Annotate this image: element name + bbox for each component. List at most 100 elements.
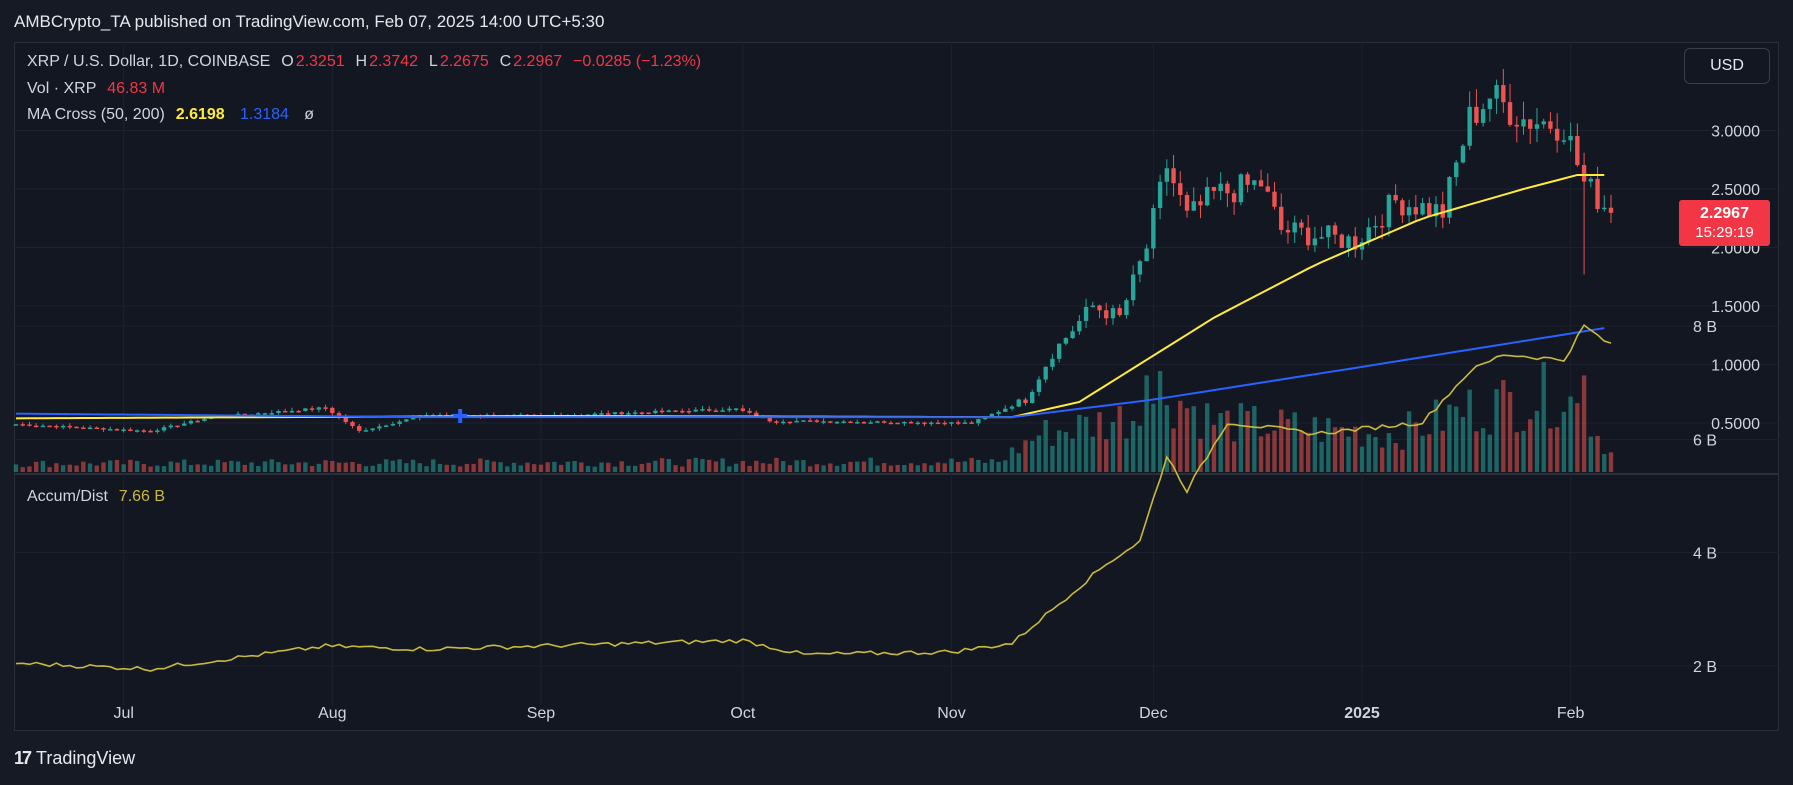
volume-bar xyxy=(1474,431,1479,472)
volume-bar xyxy=(1440,430,1445,472)
volume-bar xyxy=(1225,410,1230,472)
candle-body xyxy=(740,408,746,411)
volume-bar xyxy=(168,461,173,472)
candle-body xyxy=(686,410,692,413)
volume-bar xyxy=(330,460,335,472)
time-axis-tick: Dec xyxy=(1139,705,1167,722)
volume-bar xyxy=(606,462,611,472)
volume-bar xyxy=(336,462,342,472)
volume-bar xyxy=(841,464,846,472)
volume-bar xyxy=(895,465,900,472)
volume-bar xyxy=(626,465,631,472)
candle-body xyxy=(1030,391,1035,404)
candle-body xyxy=(34,425,39,428)
price-axis-tick: 2.5000 xyxy=(1711,182,1760,199)
volume-bar xyxy=(861,461,867,472)
volume-bar xyxy=(1144,375,1149,472)
candle-body xyxy=(60,425,66,428)
volume-bar xyxy=(1602,454,1607,472)
candle-body xyxy=(1602,207,1607,210)
candle-body xyxy=(1117,308,1122,316)
volume-bar xyxy=(834,465,840,472)
candle-body xyxy=(283,410,288,413)
candle-body xyxy=(309,408,315,410)
candle-body xyxy=(195,420,200,423)
candle-body xyxy=(592,413,597,416)
candle-body xyxy=(1608,207,1614,213)
volume-bar xyxy=(794,460,799,472)
low-label: L xyxy=(428,53,438,70)
ad-value: 7.66 B xyxy=(118,488,166,505)
volume-bar xyxy=(982,462,988,472)
ma200-value: 1.3184 xyxy=(240,106,289,123)
volume-bar xyxy=(269,459,274,472)
volume-bar xyxy=(222,462,227,472)
symbol-name[interactable]: XRP / U.S. Dollar, 1D, COINBASE xyxy=(27,53,270,70)
candle-body xyxy=(1379,225,1385,228)
candle-body xyxy=(902,421,907,424)
currency-button[interactable]: USD xyxy=(1684,48,1770,84)
candle-body xyxy=(1124,300,1129,316)
candle-body xyxy=(1063,338,1069,344)
volume-bar xyxy=(505,466,510,472)
volume-bar xyxy=(612,466,618,472)
candle-body xyxy=(1400,200,1405,216)
ma-label[interactable]: MA Cross (50, 200) xyxy=(27,106,165,123)
footer-brand[interactable]: 17 TradingView xyxy=(14,748,135,769)
volume-bar xyxy=(801,460,806,472)
volume-bar xyxy=(1420,435,1425,472)
volume-bar xyxy=(1534,410,1540,472)
volume-bar xyxy=(74,465,79,472)
volume-bar xyxy=(1366,434,1371,472)
volume-bar xyxy=(1083,416,1089,472)
volume-bar xyxy=(774,457,779,472)
volume-bar xyxy=(1050,445,1055,472)
candle-body xyxy=(94,427,99,430)
volume-bar xyxy=(94,465,99,472)
ad-label[interactable]: Accum/Dist xyxy=(27,488,108,505)
candle-body xyxy=(397,421,402,424)
volume-bar xyxy=(713,461,719,472)
candle-body xyxy=(1211,186,1217,191)
volume-bar xyxy=(1205,403,1210,472)
candle-body xyxy=(1050,358,1055,367)
candle-body xyxy=(1144,248,1149,262)
candle-body xyxy=(1548,121,1553,129)
candle-body xyxy=(875,421,880,423)
candle-body xyxy=(908,421,914,424)
candle-body xyxy=(1023,399,1028,404)
candle-body xyxy=(289,410,295,413)
volume-bar xyxy=(101,462,106,472)
candle-body xyxy=(693,409,698,412)
candle-body xyxy=(1319,237,1324,239)
volume-bar xyxy=(767,463,772,472)
candle-body xyxy=(269,413,274,415)
candle-body xyxy=(1104,310,1109,319)
candle-body xyxy=(1534,124,1540,129)
candle-body xyxy=(1373,225,1378,228)
volume-bar xyxy=(1581,375,1587,472)
volume-bar xyxy=(249,462,254,472)
candle-body xyxy=(303,408,308,412)
candle-body xyxy=(700,409,705,411)
volume-label[interactable]: Vol · XRP xyxy=(27,80,96,97)
volume-bar xyxy=(673,465,678,472)
candle-body xyxy=(626,413,631,415)
ad-axis-tick: 6 B xyxy=(1693,432,1717,449)
candle-body xyxy=(976,419,981,424)
candle-body xyxy=(619,412,624,415)
candle-body xyxy=(1427,203,1432,217)
volume-bar xyxy=(693,457,698,472)
open-label: O xyxy=(281,53,294,70)
candle-body xyxy=(821,421,826,423)
ad-legend: Accum/Dist 7.66 B xyxy=(27,488,167,506)
volume-bar xyxy=(1299,431,1304,472)
volume-bar xyxy=(256,466,261,472)
volume-bar xyxy=(1319,441,1324,472)
tradingview-brand: TradingView xyxy=(36,748,136,768)
volume-bar xyxy=(283,464,288,472)
candle-body xyxy=(747,410,752,413)
volume-bar xyxy=(532,464,537,472)
candle-body xyxy=(1339,234,1344,248)
candle-body xyxy=(141,430,147,432)
